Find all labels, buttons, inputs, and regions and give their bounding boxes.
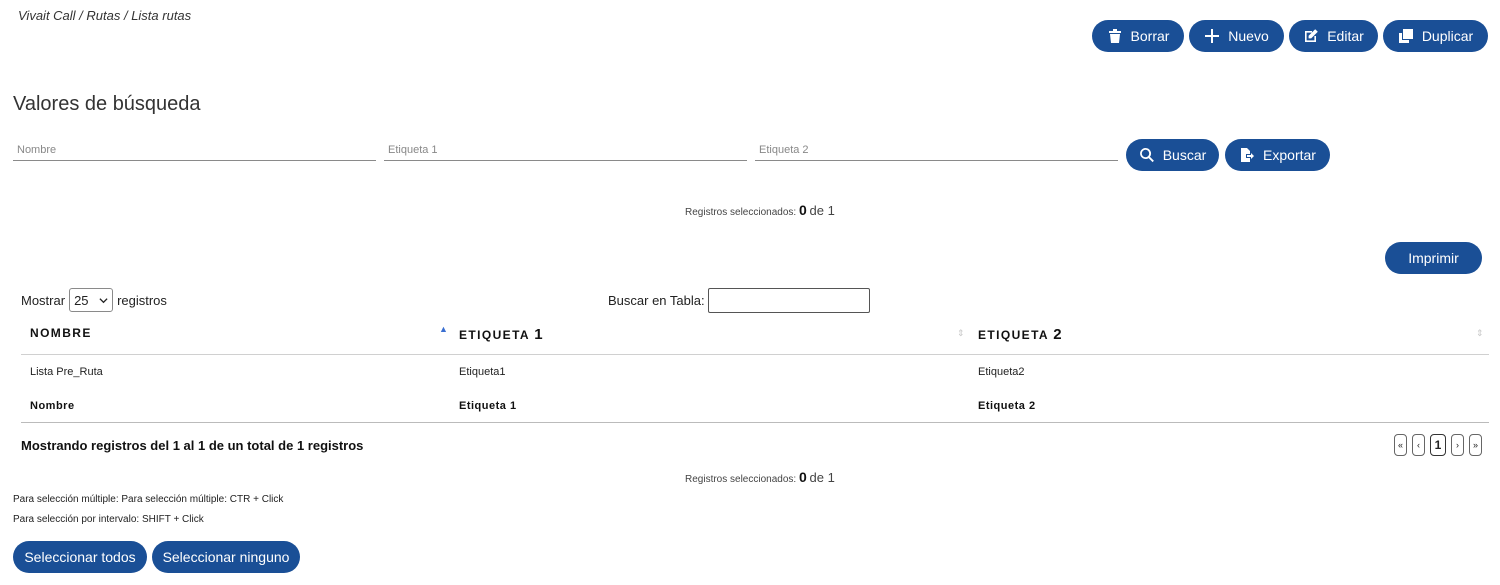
table-search-input[interactable]	[707, 288, 870, 313]
table-cell-etiqueta-2: Etiqueta2	[978, 366, 1025, 378]
name-input[interactable]	[13, 140, 376, 160]
selected-count-top: Registros seleccionados: 0 de 1	[685, 202, 835, 218]
export-button-label: Exportar	[1263, 147, 1316, 163]
first-page-button[interactable]: «	[1394, 434, 1408, 456]
selected-number: 0	[798, 469, 807, 485]
tag1-input[interactable]	[384, 140, 747, 160]
edit-icon	[1305, 29, 1319, 42]
table-header-divider	[21, 354, 1489, 355]
edit-button-label: Editar	[1327, 28, 1364, 44]
tag1-field[interactable]	[384, 140, 747, 161]
table-footer-etiqueta-2: Etiqueta 2	[978, 400, 1036, 412]
table-info: Mostrando registros del 1 al 1 de un tot…	[21, 438, 364, 453]
selected-label: Registros seleccionados:	[685, 474, 797, 485]
page-size-control: Mostrar 25 registros	[21, 288, 167, 312]
help-interval-select: Para selección por intervalo: SHIFT + Cl…	[13, 514, 204, 525]
records-label: registros	[117, 292, 167, 308]
sort-both-icon[interactable]: ⇕	[1476, 328, 1484, 339]
search-icon	[1139, 148, 1154, 163]
table-search: Buscar en Tabla:	[608, 288, 870, 313]
trash-icon	[1108, 29, 1121, 43]
print-button-label: Imprimir	[1408, 250, 1459, 266]
search-button-label: Buscar	[1162, 147, 1207, 163]
search-button[interactable]: Buscar	[1126, 139, 1219, 171]
new-button[interactable]: Nuevo	[1189, 20, 1284, 52]
selected-label: Registros seleccionados:	[685, 207, 797, 218]
select-all-button[interactable]: Seleccionar todos	[13, 541, 147, 573]
last-page-button[interactable]: »	[1469, 434, 1483, 456]
column-header-etiqueta-1[interactable]: ETIQUETA 1	[459, 326, 543, 343]
pagination: « ‹ 1 › »	[1394, 434, 1483, 456]
edit-button[interactable]: Editar	[1289, 20, 1378, 52]
table-cell-nombre: Lista Pre_Ruta	[30, 366, 103, 378]
select-none-label: Seleccionar ninguno	[162, 549, 290, 565]
table-search-label: Buscar en Tabla:	[608, 293, 705, 308]
page-size-select[interactable]: 25	[69, 288, 114, 312]
help-multi-select: Para selección múltiple: Para selección …	[13, 494, 284, 505]
tag2-field[interactable]	[755, 140, 1118, 161]
print-button[interactable]: Imprimir	[1385, 242, 1482, 274]
page-size-value: 25	[74, 292, 89, 308]
selected-total: de 1	[809, 470, 835, 485]
selected-total: de 1	[809, 203, 835, 218]
sort-both-icon[interactable]: ⇕	[957, 328, 965, 339]
copy-icon	[1398, 29, 1413, 43]
search-section-title: Valores de búsqueda	[13, 93, 201, 115]
duplicate-button-label: Duplicar	[1421, 28, 1474, 44]
delete-button-label: Borrar	[1130, 28, 1170, 44]
next-page-button[interactable]: ›	[1451, 434, 1465, 456]
name-field[interactable]	[13, 140, 376, 161]
plus-icon	[1205, 29, 1220, 43]
column-header-etiqueta-2[interactable]: ETIQUETA 2	[978, 326, 1062, 343]
table-cell-etiqueta-1: Etiqueta1	[459, 366, 506, 378]
show-label: Mostrar	[21, 292, 66, 308]
sort-ascending-icon[interactable]: ▲	[439, 324, 448, 334]
export-icon	[1241, 148, 1255, 162]
column-header-number: 1	[534, 326, 544, 343]
table-footer-nombre: Nombre	[30, 400, 75, 412]
column-header-nombre[interactable]: NOMBRE	[30, 326, 92, 340]
chevron-down-icon	[99, 297, 108, 303]
selected-number: 0	[798, 202, 807, 218]
tag2-input[interactable]	[755, 140, 1118, 160]
duplicate-button[interactable]: Duplicar	[1383, 20, 1488, 52]
selected-count-bottom: Registros seleccionados: 0 de 1	[685, 469, 835, 485]
table-footer-divider	[21, 422, 1489, 423]
select-all-label: Seleccionar todos	[24, 549, 136, 565]
new-button-label: Nuevo	[1228, 28, 1269, 44]
table-footer-etiqueta-1: Etiqueta 1	[459, 400, 517, 412]
select-none-button[interactable]: Seleccionar ninguno	[152, 541, 300, 573]
column-header-number: 2	[1053, 326, 1063, 343]
breadcrumb: Vivait Call / Rutas / Lista rutas	[18, 8, 192, 23]
export-button[interactable]: Exportar	[1225, 139, 1330, 171]
column-header-label: ETIQUETA	[978, 328, 1049, 342]
current-page-button[interactable]: 1	[1430, 434, 1447, 456]
delete-button[interactable]: Borrar	[1092, 20, 1184, 52]
column-header-label: ETIQUETA	[459, 328, 530, 342]
previous-page-button[interactable]: ‹	[1412, 434, 1426, 456]
column-header-label: NOMBRE	[30, 326, 92, 340]
